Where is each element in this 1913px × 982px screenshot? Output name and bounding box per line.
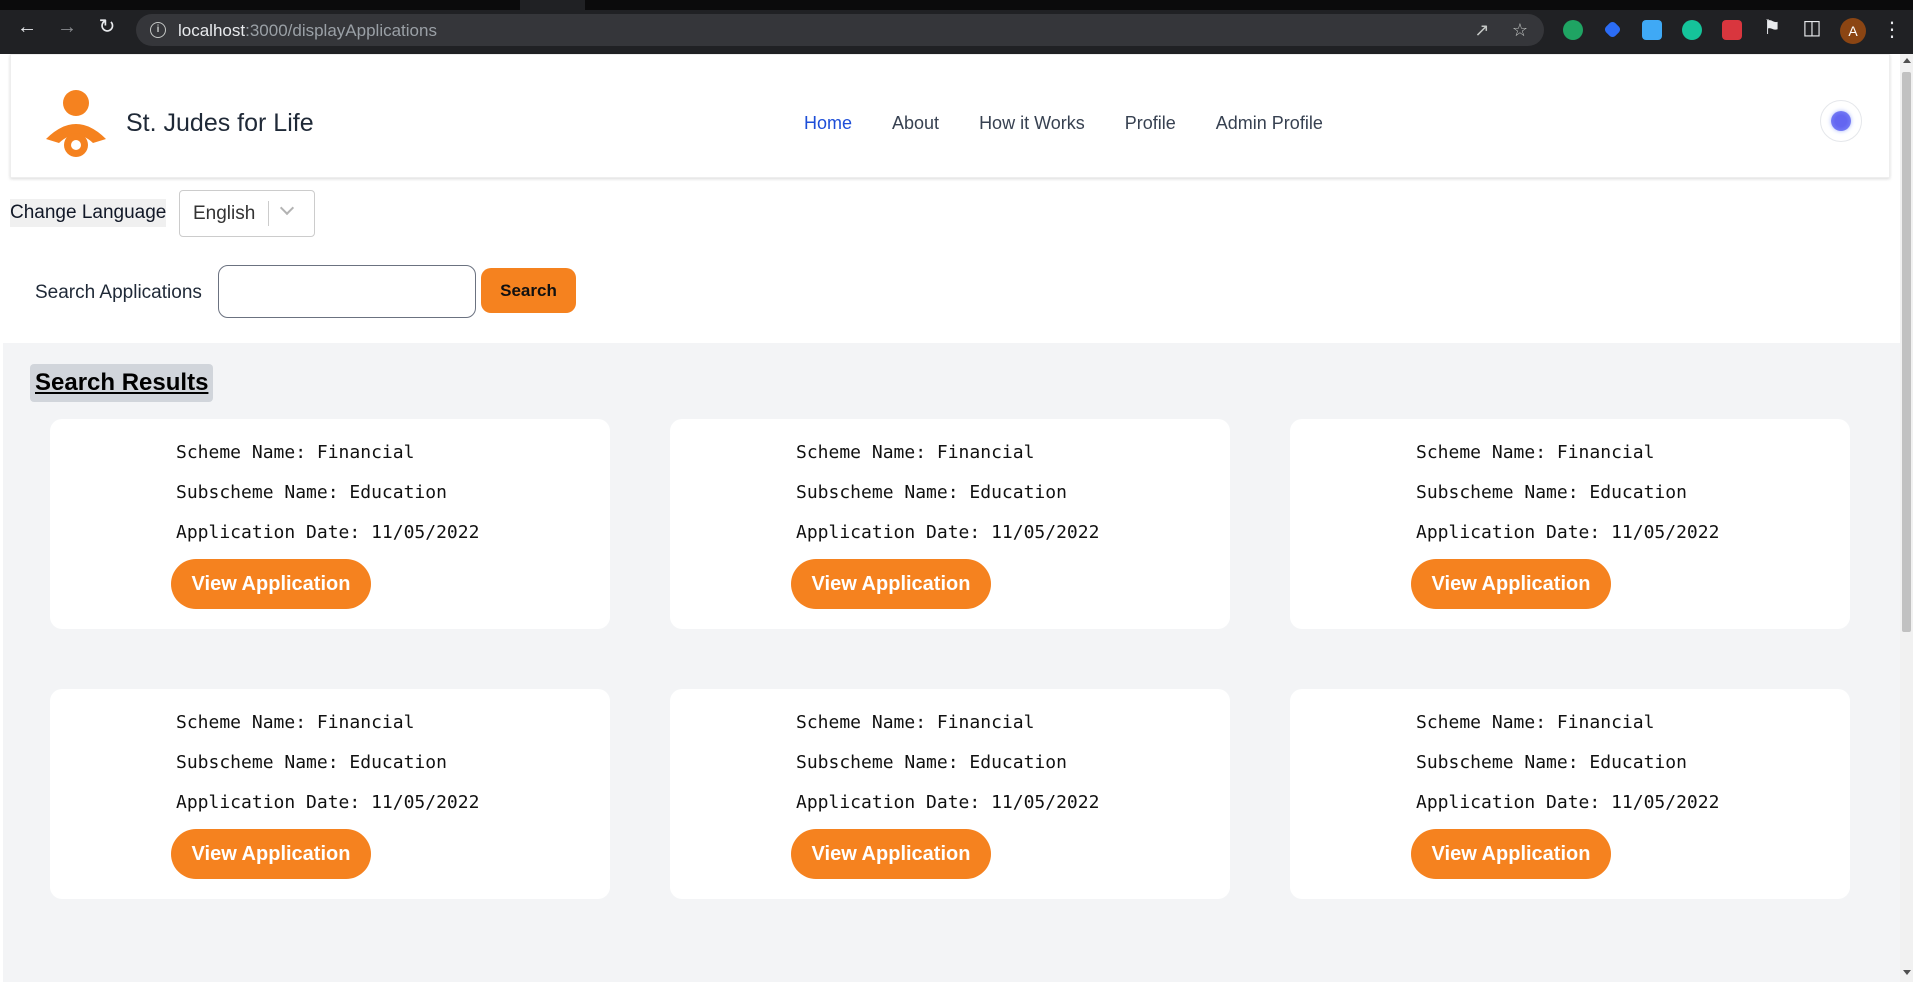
application-card: Scheme Name: Financial Subscheme Name: E… bbox=[1290, 419, 1850, 629]
select-separator bbox=[268, 201, 269, 226]
scheme-name: Scheme Name: Financial bbox=[176, 712, 415, 733]
subscheme-name: Subscheme Name: Education bbox=[1416, 482, 1687, 503]
page-content: St. Judes for Life Home About How it Wor… bbox=[0, 54, 1900, 982]
view-application-button[interactable]: View Application bbox=[1411, 559, 1611, 609]
subscheme-name: Subscheme Name: Education bbox=[796, 752, 1067, 773]
tab-strip bbox=[0, 0, 1913, 10]
page-scrollbar[interactable] bbox=[1900, 54, 1913, 982]
scheme-name: Scheme Name: Financial bbox=[1416, 442, 1655, 463]
main-nav: Home About How it Works Profile Admin Pr… bbox=[804, 113, 1323, 134]
application-date: Application Date: 11/05/2022 bbox=[796, 522, 1100, 543]
grammarly-extension-icon[interactable] bbox=[1682, 20, 1702, 40]
url-text[interactable]: localhost:3000/displayApplications bbox=[178, 21, 437, 41]
view-application-button[interactable]: View Application bbox=[171, 829, 371, 879]
profile-avatar[interactable]: A bbox=[1840, 18, 1866, 44]
browser-toolbar: ← → ↻ i localhost:3000/displayApplicatio… bbox=[0, 0, 1913, 54]
subscheme-name: Subscheme Name: Education bbox=[176, 752, 447, 773]
pen-extension-icon[interactable] bbox=[1642, 20, 1662, 40]
application-card: Scheme Name: Financial Subscheme Name: E… bbox=[670, 689, 1230, 899]
reload-icon[interactable]: ↻ bbox=[95, 15, 119, 39]
scheme-name: Scheme Name: Financial bbox=[176, 442, 415, 463]
moon-icon bbox=[1831, 111, 1851, 131]
search-results-section: Search Results Scheme Name: Financial Su… bbox=[3, 343, 1900, 982]
view-application-button[interactable]: View Application bbox=[791, 829, 991, 879]
search-applications-label: Search Applications bbox=[35, 282, 202, 303]
subscheme-name: Subscheme Name: Education bbox=[796, 482, 1067, 503]
share-icon[interactable]: ↗ bbox=[1472, 20, 1492, 40]
search-input[interactable] bbox=[218, 265, 476, 318]
scroll-down-icon[interactable] bbox=[1903, 970, 1911, 975]
theme-toggle-button[interactable] bbox=[1820, 100, 1862, 142]
subscheme-name: Subscheme Name: Education bbox=[1416, 752, 1687, 773]
scroll-up-icon[interactable] bbox=[1903, 58, 1911, 63]
chat-extension-icon[interactable] bbox=[1563, 20, 1583, 40]
brand-name[interactable]: St. Judes for Life bbox=[126, 109, 314, 138]
application-date: Application Date: 11/05/2022 bbox=[1416, 792, 1720, 813]
subscheme-name: Subscheme Name: Education bbox=[176, 482, 447, 503]
application-card: Scheme Name: Financial Subscheme Name: E… bbox=[50, 689, 610, 899]
address-bar[interactable]: i localhost:3000/displayApplications ↗ ☆ bbox=[136, 14, 1544, 46]
view-application-button[interactable]: View Application bbox=[171, 559, 371, 609]
site-header: St. Judes for Life Home About How it Wor… bbox=[10, 54, 1890, 178]
scrollbar-thumb[interactable] bbox=[1902, 72, 1911, 632]
scheme-name: Scheme Name: Financial bbox=[796, 442, 1035, 463]
application-date: Application Date: 11/05/2022 bbox=[176, 792, 480, 813]
extensions-puzzle-icon[interactable]: ⚑ bbox=[1760, 16, 1784, 40]
change-language-label: Change Language bbox=[10, 199, 167, 227]
language-select[interactable]: English bbox=[179, 190, 315, 237]
browser-menu-icon[interactable]: ⋮ bbox=[1882, 18, 1902, 42]
nav-how-it-works[interactable]: How it Works bbox=[979, 113, 1085, 134]
application-card: Scheme Name: Financial Subscheme Name: E… bbox=[1290, 689, 1850, 899]
side-panel-icon[interactable]: ◫ bbox=[1800, 16, 1824, 40]
logo-icon[interactable] bbox=[43, 89, 109, 159]
bookmark-star-icon[interactable]: ☆ bbox=[1510, 20, 1530, 40]
gem-extension-icon[interactable] bbox=[1603, 20, 1622, 39]
red-extension-icon[interactable] bbox=[1722, 20, 1742, 40]
view-application-button[interactable]: View Application bbox=[791, 559, 991, 609]
application-date: Application Date: 11/05/2022 bbox=[176, 522, 480, 543]
application-date: Application Date: 11/05/2022 bbox=[1416, 522, 1720, 543]
view-application-button[interactable]: View Application bbox=[1411, 829, 1611, 879]
back-icon[interactable]: ← bbox=[15, 15, 39, 39]
site-info-icon[interactable]: i bbox=[150, 22, 166, 38]
nav-home[interactable]: Home bbox=[804, 113, 852, 134]
nav-about[interactable]: About bbox=[892, 113, 939, 134]
nav-profile[interactable]: Profile bbox=[1125, 113, 1176, 134]
language-selected-value: English bbox=[193, 203, 256, 224]
search-results-title: Search Results bbox=[30, 364, 214, 402]
nav-admin-profile[interactable]: Admin Profile bbox=[1216, 113, 1323, 134]
chevron-down-icon[interactable] bbox=[279, 200, 295, 216]
application-date: Application Date: 11/05/2022 bbox=[796, 792, 1100, 813]
forward-icon[interactable]: → bbox=[55, 15, 79, 39]
scheme-name: Scheme Name: Financial bbox=[1416, 712, 1655, 733]
application-card: Scheme Name: Financial Subscheme Name: E… bbox=[670, 419, 1230, 629]
application-card: Scheme Name: Financial Subscheme Name: E… bbox=[50, 419, 610, 629]
scheme-name: Scheme Name: Financial bbox=[796, 712, 1035, 733]
search-button[interactable]: Search bbox=[481, 268, 576, 313]
